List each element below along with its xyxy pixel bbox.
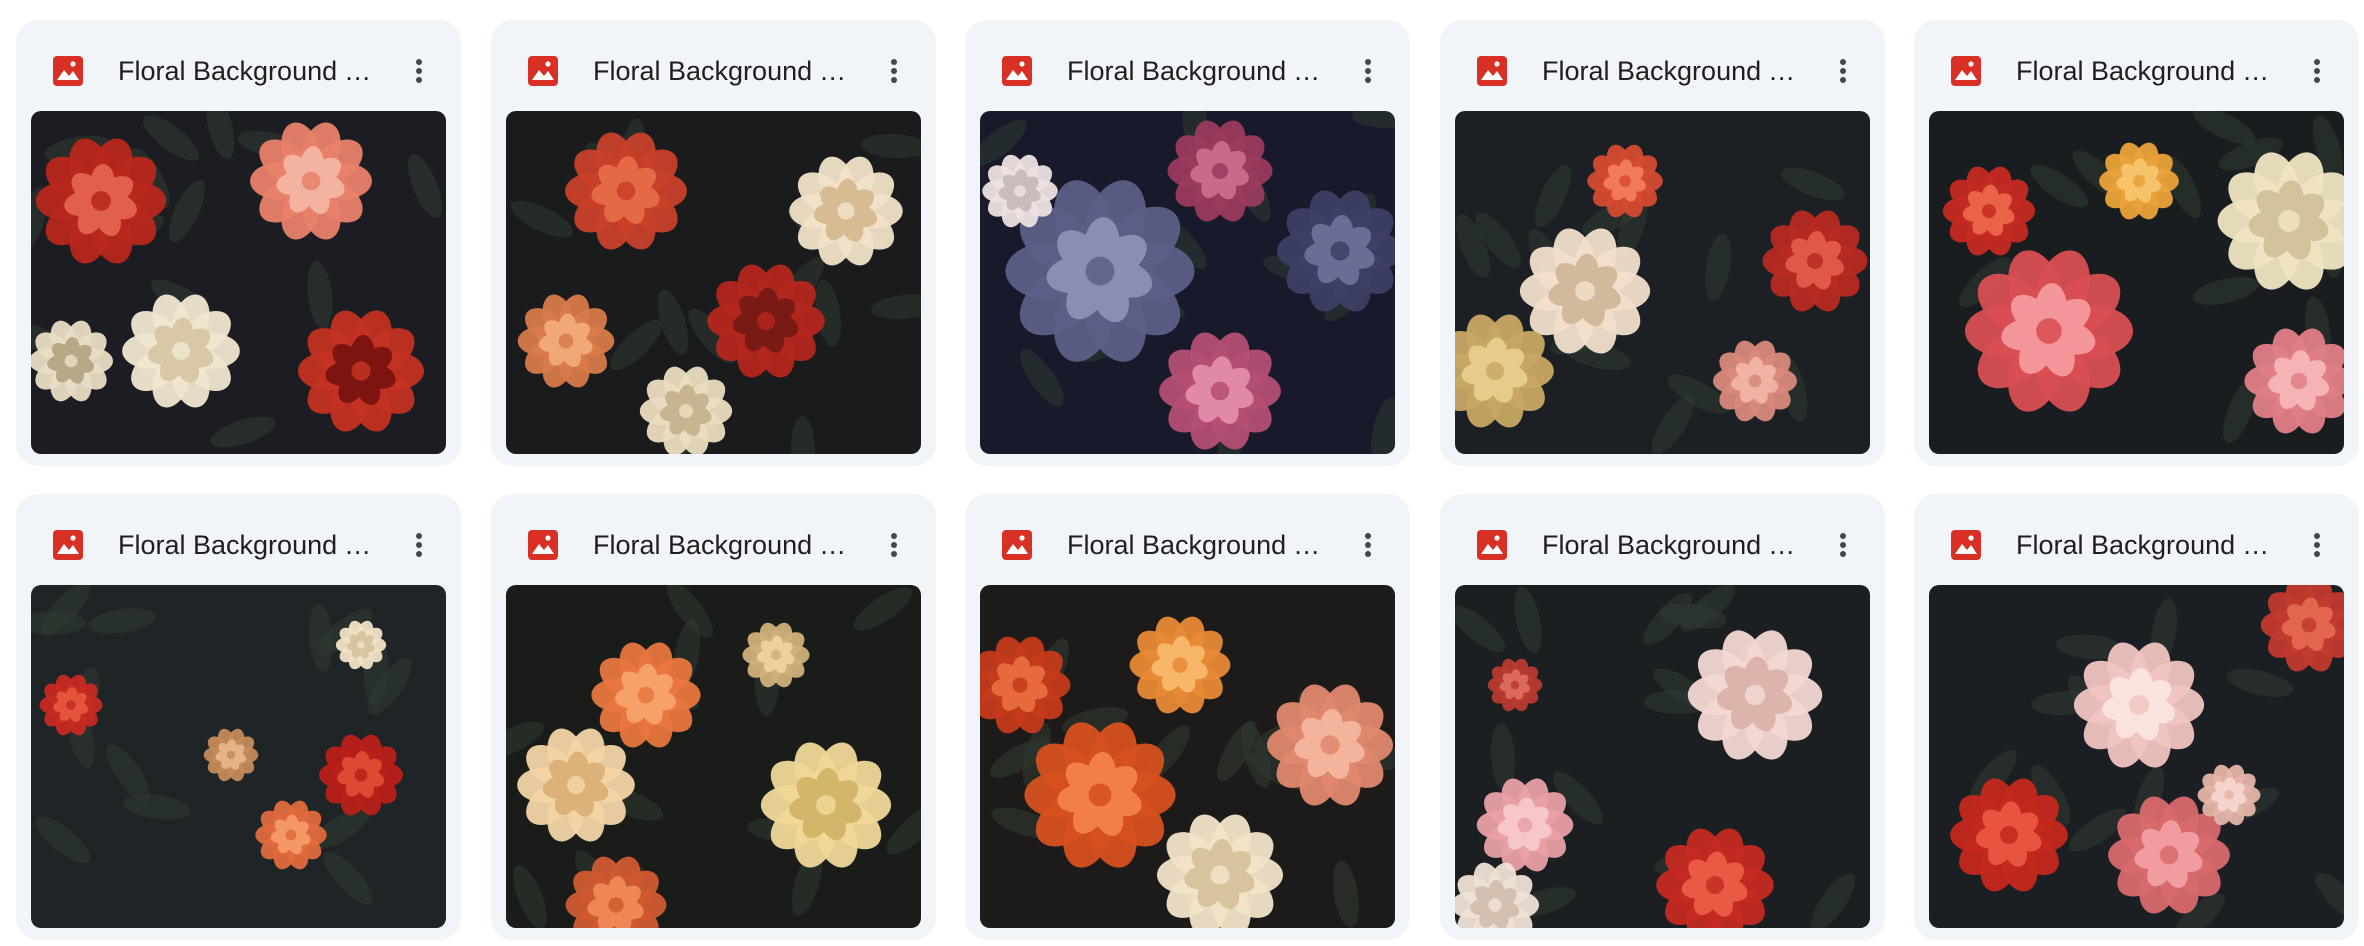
image-thumbnail[interactable] — [1929, 111, 2344, 454]
image-file-icon — [1476, 529, 1508, 561]
image-thumbnail[interactable] — [506, 111, 921, 454]
more-options-button[interactable] — [2293, 47, 2341, 95]
image-thumbnail[interactable] — [1455, 111, 1870, 454]
card-header: Floral Background T... — [965, 494, 1410, 586]
file-name[interactable]: Floral Background T... — [1542, 51, 1804, 91]
file-name[interactable]: Floral Background T... — [593, 525, 855, 565]
card-header: Floral Background T... — [16, 494, 461, 586]
image-file-icon — [52, 55, 84, 87]
image-thumbnail[interactable] — [31, 111, 446, 454]
image-file-icon — [1950, 55, 1982, 87]
card-header: Floral Background T... — [965, 20, 1410, 112]
image-thumbnail[interactable] — [1929, 585, 2344, 928]
image-file-icon — [1001, 55, 1033, 87]
more-options-button[interactable] — [1344, 47, 1392, 95]
file-name[interactable]: Floral Background T... — [1067, 51, 1329, 91]
more-options-button[interactable] — [1819, 47, 1867, 95]
image-thumbnail[interactable] — [1455, 585, 1870, 928]
more-options-button[interactable] — [870, 47, 918, 95]
file-card[interactable]: Floral Background T... — [491, 20, 936, 466]
image-thumbnail[interactable] — [506, 585, 921, 928]
more-options-button[interactable] — [395, 521, 443, 569]
file-name[interactable]: Floral Background T... — [1067, 525, 1329, 565]
more-vert-icon — [891, 533, 897, 557]
file-name[interactable]: Floral Background T... — [593, 51, 855, 91]
more-vert-icon — [2314, 59, 2320, 83]
more-vert-icon — [1840, 59, 1846, 83]
file-card[interactable]: Floral Background T... — [16, 20, 461, 466]
file-card[interactable]: Floral Background T... — [1440, 494, 1885, 940]
more-options-button[interactable] — [2293, 521, 2341, 569]
more-vert-icon — [416, 533, 422, 557]
image-file-icon — [527, 529, 559, 561]
more-vert-icon — [1365, 533, 1371, 557]
file-card[interactable]: Floral Background T... — [1914, 20, 2359, 466]
file-card[interactable]: Floral Background T... — [491, 494, 936, 940]
more-vert-icon — [1840, 533, 1846, 557]
image-thumbnail[interactable] — [980, 111, 1395, 454]
file-card[interactable]: Floral Background T... — [965, 494, 1410, 940]
file-name[interactable]: Floral Background T... — [1542, 525, 1804, 565]
card-header: Floral Background T... — [491, 494, 936, 586]
more-options-button[interactable] — [1819, 521, 1867, 569]
file-name[interactable]: Floral Background T... — [2016, 51, 2278, 91]
more-vert-icon — [416, 59, 422, 83]
card-header: Floral Background T... — [1914, 494, 2359, 586]
file-card[interactable]: Floral Background T... — [965, 20, 1410, 466]
image-file-icon — [1001, 529, 1033, 561]
more-options-button[interactable] — [395, 47, 443, 95]
card-header: Floral Background T... — [16, 20, 461, 112]
card-header: Floral Background T... — [491, 20, 936, 112]
file-grid: Floral Background T... Floral Background… — [0, 0, 2364, 946]
image-file-icon — [1950, 529, 1982, 561]
image-thumbnail[interactable] — [31, 585, 446, 928]
more-vert-icon — [891, 59, 897, 83]
image-file-icon — [527, 55, 559, 87]
file-card[interactable]: Floral Background T... — [16, 494, 461, 940]
image-file-icon — [52, 529, 84, 561]
file-name[interactable]: Floral Background T... — [118, 51, 380, 91]
file-name[interactable]: Floral Background T... — [2016, 525, 2278, 565]
more-vert-icon — [1365, 59, 1371, 83]
image-thumbnail[interactable] — [980, 585, 1395, 928]
more-options-button[interactable] — [870, 521, 918, 569]
card-header: Floral Background T... — [1440, 494, 1885, 586]
card-header: Floral Background T... — [1914, 20, 2359, 112]
more-options-button[interactable] — [1344, 521, 1392, 569]
file-card[interactable]: Floral Background T... — [1914, 494, 2359, 940]
file-card[interactable]: Floral Background T... — [1440, 20, 1885, 466]
image-file-icon — [1476, 55, 1508, 87]
file-name[interactable]: Floral Background T... — [118, 525, 380, 565]
card-header: Floral Background T... — [1440, 20, 1885, 112]
more-vert-icon — [2314, 533, 2320, 557]
